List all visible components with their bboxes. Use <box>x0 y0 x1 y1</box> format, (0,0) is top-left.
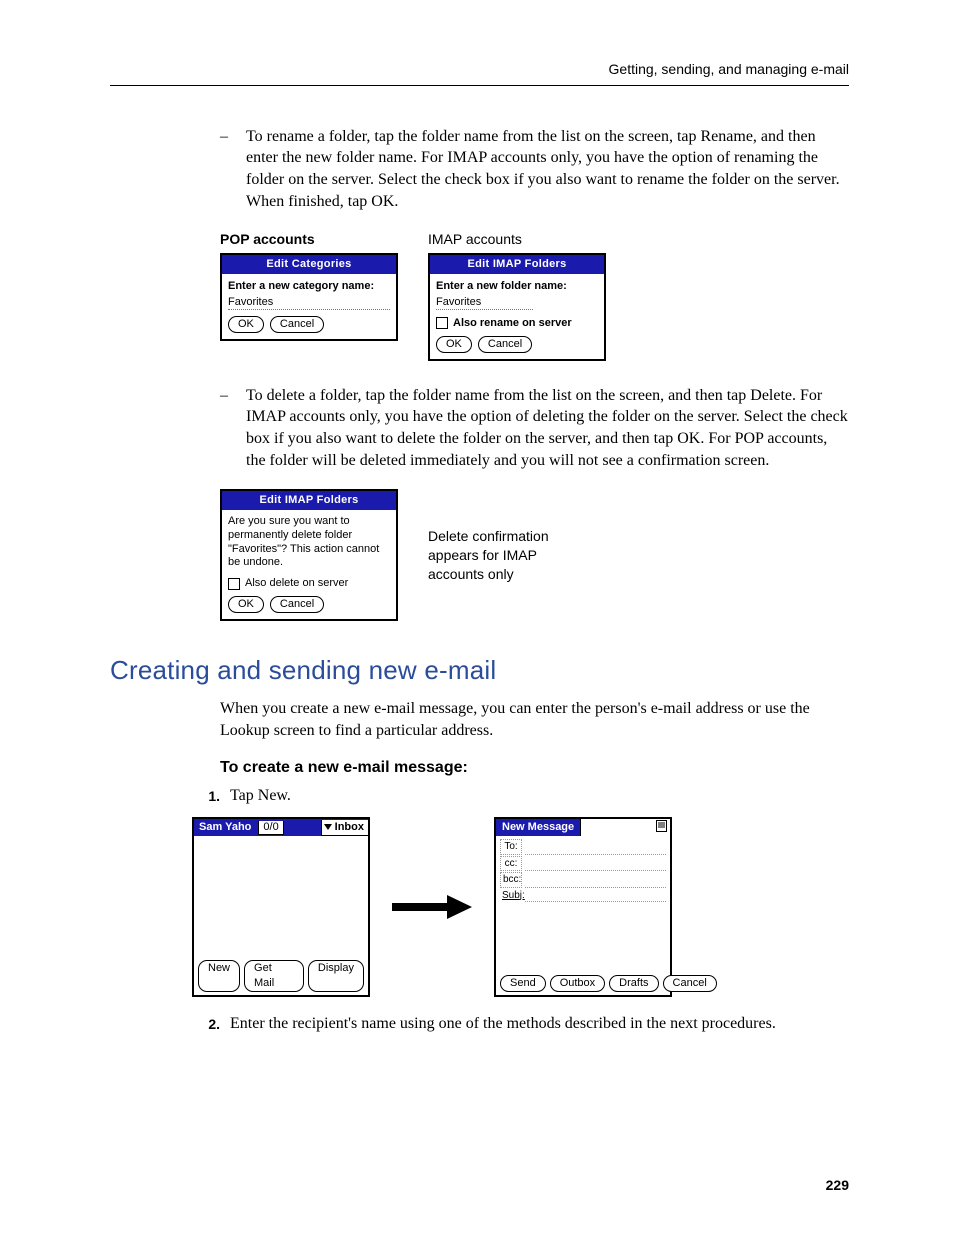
para-delete: To delete a folder, tap the folder name … <box>246 385 849 471</box>
para-rename: To rename a folder, tap the folder name … <box>246 126 849 212</box>
ok-button[interactable]: OK <box>436 336 472 353</box>
step-number: 1. <box>192 785 230 807</box>
prompt-label: Enter a new category name: <box>228 279 390 294</box>
screen-title: New Message <box>496 820 580 835</box>
cancel-button[interactable]: Cancel <box>663 975 717 992</box>
also-rename-label: Also rename on server <box>453 316 572 331</box>
dialog-title: Edit Categories <box>222 255 396 274</box>
folder-selector[interactable]: Inbox <box>321 820 368 836</box>
folder-name: Inbox <box>335 820 364 835</box>
inbox-screen: Sam Yaho 0/0 Inbox New Get Mail Display <box>192 817 370 997</box>
folder-name-input[interactable]: Favorites <box>436 296 533 310</box>
to-input[interactable] <box>525 854 666 855</box>
display-button[interactable]: Display <box>308 960 364 992</box>
subj-input[interactable] <box>525 901 666 902</box>
also-rename-checkbox[interactable] <box>436 317 448 329</box>
subhead: To create a new e-mail message: <box>220 757 849 779</box>
running-head: Getting, sending, and managing e-mail <box>110 60 849 86</box>
ok-button[interactable]: OK <box>228 316 264 333</box>
page-number: 229 <box>826 1176 849 1195</box>
outbox-button[interactable]: Outbox <box>550 975 605 992</box>
cancel-button[interactable]: Cancel <box>478 336 532 353</box>
new-message-screen: New Message To: cc: bcc: Subj: Send Outb… <box>494 817 672 997</box>
dash-bullet: – <box>220 126 246 212</box>
cc-label[interactable]: cc: <box>500 856 522 872</box>
dialog-title: Edit IMAP Folders <box>222 491 396 510</box>
category-name-input[interactable]: Favorites <box>228 296 390 310</box>
step-number: 2. <box>192 1013 230 1035</box>
cc-input[interactable] <box>525 870 666 871</box>
cancel-button[interactable]: Cancel <box>270 316 324 333</box>
dialog-edit-categories: Edit Categories Enter a new category nam… <box>220 253 398 341</box>
delete-note: Delete confirmation appears for IMAP acc… <box>428 527 588 584</box>
subj-label: Subj: <box>500 889 522 903</box>
bcc-label[interactable]: bcc: <box>500 872 522 888</box>
bcc-input[interactable] <box>525 887 666 888</box>
caption-imap: IMAP accounts <box>428 230 606 249</box>
note-icon[interactable] <box>656 820 667 832</box>
to-label[interactable]: To: <box>500 839 522 855</box>
dialog-delete-confirm: Edit IMAP Folders Are you sure you want … <box>220 489 398 621</box>
step-text: Tap New. <box>230 785 291 807</box>
dash-bullet: – <box>220 385 246 471</box>
chevron-down-icon <box>324 824 332 830</box>
prompt-label: Enter a new folder name: <box>436 279 598 294</box>
account-name[interactable]: Sam Yaho <box>194 820 256 835</box>
arrow-right-icon <box>392 895 472 919</box>
new-button[interactable]: New <box>198 960 240 992</box>
ok-button[interactable]: OK <box>228 596 264 613</box>
dialog-edit-imap-folders: Edit IMAP Folders Enter a new folder nam… <box>428 253 606 361</box>
also-delete-checkbox[interactable] <box>228 578 240 590</box>
cancel-button[interactable]: Cancel <box>270 596 324 613</box>
caption-pop: POP accounts <box>220 230 398 249</box>
also-delete-label: Also delete on server <box>245 576 348 591</box>
send-button[interactable]: Send <box>500 975 546 992</box>
message-count: 0/0 <box>258 821 283 835</box>
para-intro: When you create a new e-mail message, yo… <box>220 698 849 741</box>
step-text: Enter the recipient's name using one of … <box>230 1013 776 1035</box>
get-mail-button[interactable]: Get Mail <box>244 960 304 992</box>
confirm-text: Are you sure you want to permanently del… <box>228 515 390 570</box>
drafts-button[interactable]: Drafts <box>609 975 658 992</box>
section-heading: Creating and sending new e-mail <box>110 653 849 688</box>
dialog-title: Edit IMAP Folders <box>430 255 604 274</box>
